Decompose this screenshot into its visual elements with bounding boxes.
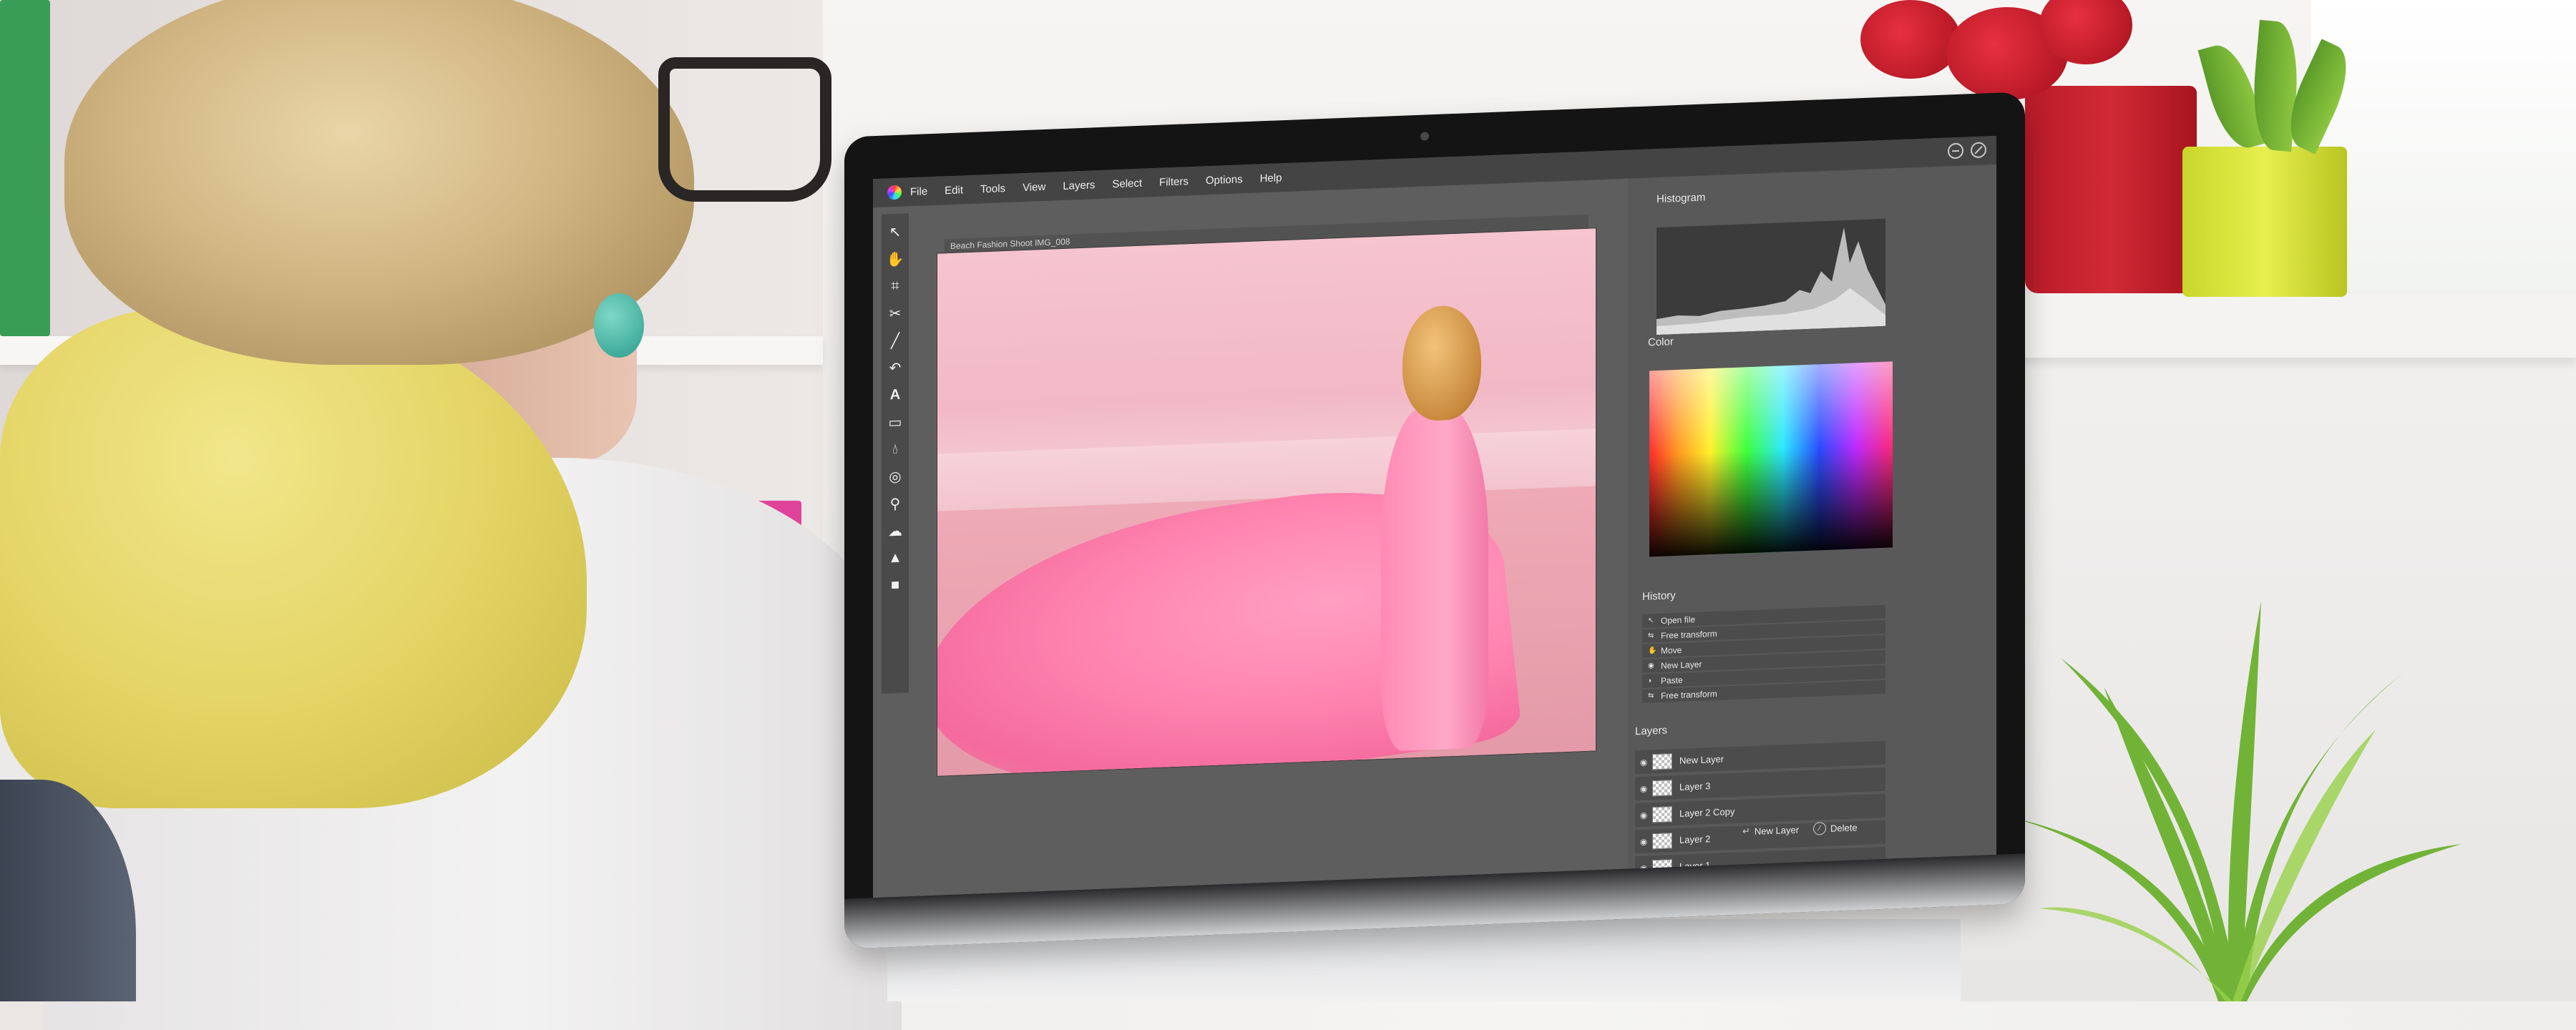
minimize-icon[interactable] — [1948, 142, 1963, 160]
history-list: ↖ Open file ⇆ Free transform ✋ Move ◉ New La… — [1642, 604, 1885, 705]
green-plant — [2004, 601, 2462, 1001]
red-flower-pot — [2025, 86, 2197, 293]
new-layer-label: New Layer — [1754, 823, 1800, 837]
transform-icon: ⇆ — [1648, 692, 1654, 700]
eye-icon[interactable]: ◉ — [1635, 863, 1652, 873]
pointer-icon: ↖ — [1648, 617, 1654, 625]
layer-thumbnail — [1652, 752, 1672, 770]
histogram-graph — [1657, 227, 1885, 335]
pointer-icon[interactable]: ↖ — [884, 217, 906, 245]
smudge-icon[interactable]: ☁ — [884, 516, 906, 544]
menu-select[interactable]: Select — [1112, 177, 1142, 190]
delete-layer-button[interactable]: ∕ Delete — [1813, 820, 1858, 835]
eye-icon[interactable]: ◉ — [1635, 757, 1652, 767]
menu-filters[interactable]: Filters — [1159, 175, 1189, 189]
layer-thumbnail — [1652, 858, 1672, 876]
text-icon[interactable]: A — [884, 381, 906, 408]
eye-icon[interactable]: ◉ — [1635, 810, 1652, 820]
photo-editor-window: File Edit Tools View Layers Select Filte… — [873, 135, 1996, 898]
crop-icon[interactable]: ⌗ — [884, 272, 906, 300]
menu-file[interactable]: File — [910, 185, 927, 198]
histogram-label: Histogram — [1657, 191, 1706, 206]
layer-name: Layer 3 — [1679, 780, 1711, 793]
new-layer-button[interactable]: ↵ New Layer — [1742, 823, 1799, 838]
new-layer-icon: ↵ — [1742, 825, 1750, 837]
layer-name: Layer 2 Copy — [1679, 805, 1735, 819]
paste-icon: ◗ — [1648, 677, 1653, 685]
drop-icon[interactable]: 💧︎ — [884, 435, 906, 463]
right-shelf — [2018, 293, 2576, 358]
layer-thumbnail — [1652, 885, 1672, 898]
eye-icon[interactable]: ◉ — [1635, 889, 1652, 898]
turquoise-earring — [594, 293, 644, 358]
menu-layers[interactable]: Layers — [1063, 179, 1095, 192]
color-label: Color — [1648, 335, 1674, 349]
layer-thumbnail — [1652, 779, 1672, 796]
layers-list: ◉ New Layer ◉ Layer 3 ◉ Layer 2 Copy ◉ Layer… — [1635, 740, 1885, 898]
eye-icon[interactable]: ◉ — [1635, 836, 1652, 847]
history-item-label: New Layer — [1661, 659, 1702, 671]
globe-icon[interactable]: ◎ — [884, 462, 906, 490]
monitor: File Edit Tools View Layers Select Filte… — [844, 92, 2025, 949]
eye-icon: ◉ — [1648, 662, 1654, 670]
hand-icon: ✋ — [1648, 647, 1657, 655]
rectangle-icon[interactable]: ▭ — [884, 408, 906, 436]
app-logo-icon[interactable] — [887, 185, 902, 200]
red-flower — [1860, 0, 1961, 79]
menu-help[interactable]: Help — [1260, 172, 1282, 185]
history-item-label: Paste — [1661, 675, 1683, 686]
layer-name: Layer 1 — [1679, 860, 1711, 872]
mountain-icon[interactable]: ▲ — [884, 544, 906, 572]
hand-icon[interactable]: ✋ — [884, 245, 906, 273]
layer-name: New Layer — [1679, 753, 1724, 766]
history-item-label: Free transform — [1661, 628, 1717, 641]
model-head — [1402, 304, 1481, 422]
model-figure — [1381, 404, 1488, 752]
menu-options[interactable]: Options — [1206, 173, 1243, 187]
transform-icon: ⇆ — [1648, 632, 1654, 640]
layer-name: Layer 2 — [1679, 833, 1711, 845]
menu-edit[interactable]: Edit — [945, 184, 963, 197]
image-canvas[interactable] — [937, 228, 1596, 776]
layer-name: Background — [1679, 886, 1729, 898]
right-panel: Histogram Color History ↖ Open file ⇆ Free… — [1628, 164, 1996, 898]
delete-icon: ∕ — [1813, 821, 1827, 835]
color-picker[interactable] — [1649, 361, 1893, 557]
close-icon[interactable] — [1971, 142, 1986, 159]
eye-icon[interactable]: ◉ — [1635, 783, 1652, 794]
layer-thumbnail — [1652, 805, 1672, 823]
zoom-icon[interactable]: ⚲ — [884, 489, 906, 517]
layers-label: Layers — [1635, 724, 1668, 738]
tool-palette: ↖ ✋ ⌗ ✂ ╱ ↶ A ▭ 💧︎ ◎ ⚲ ☁ ▲ ■ — [882, 213, 909, 694]
history-label: History — [1642, 589, 1676, 603]
menu-view[interactable]: View — [1023, 180, 1045, 193]
undo-icon[interactable]: ↶ — [884, 353, 906, 381]
line-icon[interactable]: ╱ — [884, 326, 906, 354]
webcam — [1420, 132, 1429, 141]
yellow-plant-pot — [2182, 147, 2347, 297]
color-swatch-icon[interactable]: ■ — [884, 571, 906, 599]
menu-tools[interactable]: Tools — [980, 182, 1005, 195]
glasses — [658, 57, 831, 202]
delete-label: Delete — [1830, 821, 1858, 834]
person — [0, 0, 930, 1030]
histogram-display — [1657, 218, 1885, 335]
layer-row[interactable]: ◉ Background — [1635, 873, 1885, 898]
history-item-label: Open file — [1661, 614, 1696, 626]
scissors-icon[interactable]: ✂ — [884, 299, 906, 327]
window — [2311, 0, 2576, 300]
history-item-label: Free transform — [1661, 688, 1717, 701]
history-item-label: Move — [1661, 644, 1682, 656]
window-controls — [1948, 142, 1986, 160]
layer-thumbnail — [1652, 832, 1672, 849]
